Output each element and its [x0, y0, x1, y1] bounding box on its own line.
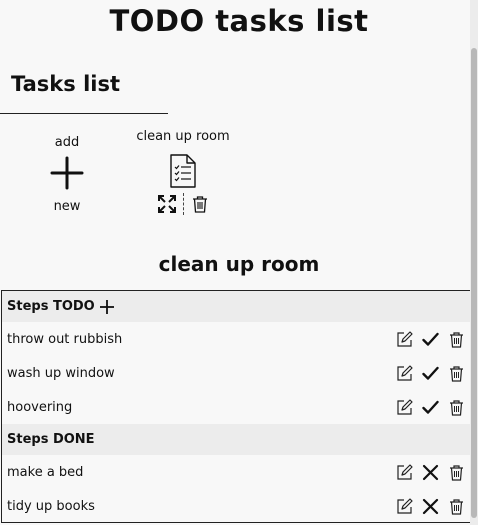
tasks-section-title: Tasks list — [11, 72, 120, 96]
step-label: hoovering — [7, 399, 73, 415]
step-label: wash up window — [7, 365, 115, 381]
scrollbar-thumb[interactable] — [471, 48, 477, 518]
check-icon[interactable] — [422, 399, 439, 416]
action-separator — [182, 193, 184, 215]
page-title: TODO tasks list — [109, 4, 369, 38]
edit-icon[interactable] — [396, 463, 413, 481]
step-controls — [396, 463, 465, 481]
edit-icon[interactable] — [396, 330, 413, 348]
trash-icon[interactable] — [448, 498, 465, 515]
check-icon[interactable] — [422, 331, 439, 348]
steps-done-label: Steps DONE — [7, 432, 95, 447]
trash-icon[interactable] — [448, 365, 465, 382]
steps-todo-header: Steps TODO — [2, 291, 477, 322]
check-icon[interactable] — [422, 365, 439, 382]
step-row: throw out rubbish — [2, 322, 477, 356]
document-checklist-icon[interactable] — [168, 154, 198, 188]
steps-todo-label: Steps TODO — [7, 299, 95, 314]
undo-cross-icon[interactable] — [422, 464, 439, 481]
add-step-icon[interactable] — [99, 299, 115, 315]
step-label: throw out rubbish — [7, 331, 123, 347]
step-label: make a bed — [7, 464, 84, 480]
app-root: TODO tasks list Tasks list add new clean… — [0, 0, 478, 525]
section-divider — [0, 113, 168, 114]
step-row: hoovering — [2, 390, 477, 424]
step-controls — [396, 364, 465, 382]
step-label: tidy up books — [7, 498, 95, 514]
task-name: clean up room — [136, 129, 230, 144]
add-label: add — [54, 135, 80, 150]
step-controls — [396, 398, 465, 416]
trash-icon[interactable] — [191, 195, 209, 213]
add-task-button[interactable]: add new — [36, 135, 98, 214]
step-controls — [396, 497, 465, 515]
undo-cross-icon[interactable] — [422, 498, 439, 515]
step-row: wash up window — [2, 356, 477, 390]
trash-icon[interactable] — [448, 464, 465, 481]
new-label: new — [53, 199, 81, 214]
trash-icon[interactable] — [448, 399, 465, 416]
scrollbar[interactable] — [470, 0, 478, 525]
plus-icon — [50, 156, 84, 190]
trash-icon[interactable] — [448, 331, 465, 348]
edit-icon[interactable] — [396, 398, 413, 416]
step-controls — [396, 330, 465, 348]
edit-icon[interactable] — [396, 497, 413, 515]
step-row: make a bed — [2, 455, 477, 489]
task-detail-title: clean up room — [158, 252, 320, 276]
task-tile: clean up room — [125, 129, 241, 215]
steps-table: Steps TODO throw out rubbish wash up wind… — [1, 290, 478, 523]
expand-icon[interactable] — [157, 195, 176, 213]
task-actions — [125, 193, 241, 215]
steps-done-header: Steps DONE — [2, 424, 477, 455]
step-row: tidy up books — [2, 489, 477, 523]
edit-icon[interactable] — [396, 364, 413, 382]
